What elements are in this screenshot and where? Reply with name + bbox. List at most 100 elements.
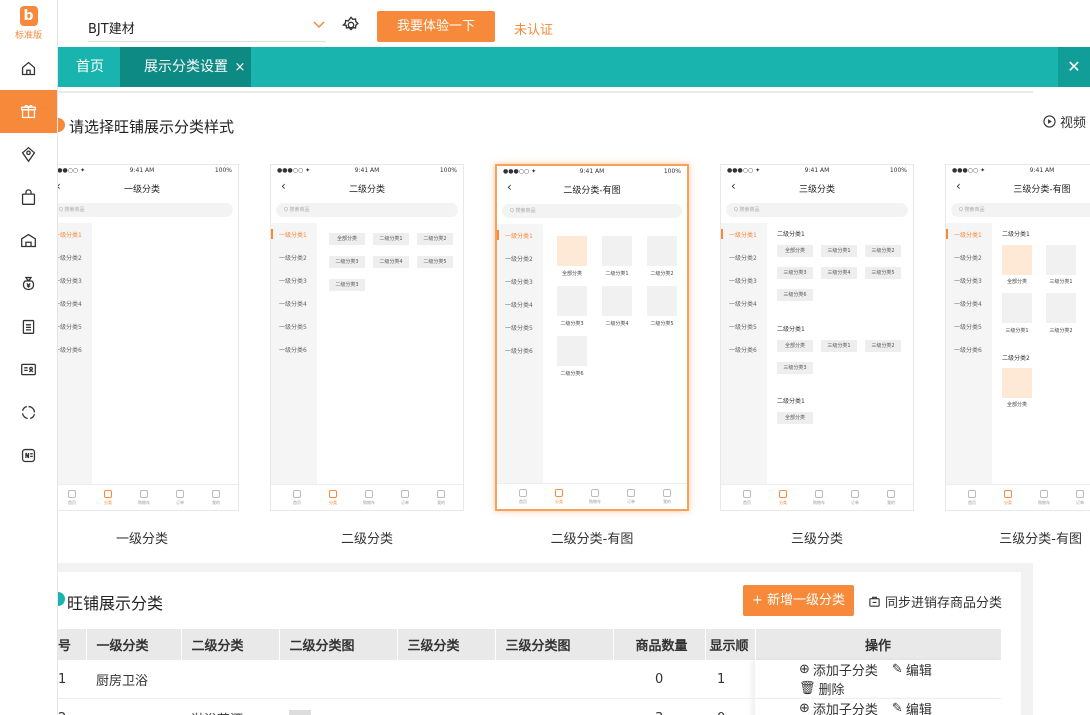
style-card-level1[interactable]: ●●●○○ ✦ 9:41 AM 100% ‹ 一级分类 Q 搜索商品 一级分类1 一… xyxy=(45,164,239,511)
category-table: 号 一级分类 二级分类 二级分类图 三级分类 三级分类图 商品数量 显示顺 操作… xyxy=(58,629,1002,715)
loading-icon xyxy=(21,405,36,420)
tab-item: 分类 xyxy=(96,490,120,506)
sync-inventory-button[interactable]: 同步进销存商品分类 xyxy=(868,592,1002,611)
category-column: 一级分类1 一级分类2 一级分类3 一级分类4 一级分类5 一级分类6 xyxy=(271,223,317,484)
sidebar-item-loading[interactable] xyxy=(0,391,57,434)
sidebar-item-gift[interactable] xyxy=(0,90,57,133)
money-bag-icon xyxy=(22,276,35,291)
tag-icon xyxy=(21,146,36,163)
sidebar: b 标准版 xyxy=(0,0,58,715)
sidebar-item-home[interactable] xyxy=(0,47,57,90)
card-label: 三级分类 xyxy=(790,532,843,547)
logo-mark: b xyxy=(19,6,38,26)
col-header: 显示顺 xyxy=(705,629,756,660)
col-header: 商品数量 xyxy=(613,629,706,660)
shop-select[interactable]: BJT建材 xyxy=(88,12,326,42)
left-item: 一级分类6 xyxy=(54,347,82,354)
cell-count: 0 xyxy=(613,660,705,699)
tab-bar: 首页 展示分类设置 × ✕ xyxy=(58,47,1090,87)
edit-icon: ✎ xyxy=(891,701,903,715)
battery-text: 100% xyxy=(214,167,232,174)
tab-item: 我的 xyxy=(204,490,228,506)
sync-icon xyxy=(869,596,880,607)
search-bar: Q 搜索商品 xyxy=(276,203,458,217)
tab-category-settings[interactable]: 展示分类设置 × xyxy=(120,47,251,87)
edit-icon: ✎ xyxy=(891,662,903,677)
close-all-tabs-button[interactable]: ✕ xyxy=(1058,47,1090,87)
style-card-level2[interactable]: ●●●○○ ✦ 9:41 AM 100% ‹ 二级分类 Q 搜索商品 一级分类1 一… xyxy=(270,164,464,511)
card-label: 二级分类-有图 xyxy=(550,532,634,547)
cell-order: 0 xyxy=(705,698,755,715)
col-header: 三级分类 xyxy=(397,629,496,660)
category-image xyxy=(647,236,677,266)
logo[interactable]: b 标准版 xyxy=(0,0,57,47)
logo-text: 标准版 xyxy=(14,31,42,41)
table-row: 2 淋浴花洒 3 0 ⊕添加子分类✎编辑🗑删除 xyxy=(58,698,1001,715)
search-bar: Q 搜索商品 xyxy=(951,203,1090,217)
search-bar: Q 搜索商品 xyxy=(502,204,682,218)
category-image xyxy=(557,286,587,316)
sidebar-item-bag[interactable] xyxy=(0,176,57,219)
card-nav-title: 二级分类-有图 xyxy=(563,186,621,196)
cell-no: 2 xyxy=(58,698,86,715)
chip: 二级分类5 xyxy=(417,256,453,268)
table-header-row: 号 一级分类 二级分类 二级分类图 三级分类 三级分类图 商品数量 显示顺 操作 xyxy=(58,629,1002,660)
sidebar-item-tag[interactable] xyxy=(0,133,57,176)
chip: 二级分类3 xyxy=(329,279,365,291)
add-child-button[interactable]: ⊕ 添加子分类 xyxy=(799,660,878,679)
search-bar: Q 搜索商品 xyxy=(726,203,908,217)
card-nav-title: 一级分类 xyxy=(123,185,160,195)
search-bar: Q 搜索商品 xyxy=(51,203,233,217)
add-level1-button[interactable]: + 新增一级分类 xyxy=(743,585,854,616)
sidebar-item-idcard[interactable] xyxy=(0,348,57,391)
card-label: 二级分类 xyxy=(340,532,393,547)
left-item: 一级分类4 xyxy=(54,301,82,308)
sidebar-item-money[interactable] xyxy=(0,262,57,305)
cert-status-link[interactable]: 未认证 xyxy=(514,19,553,38)
cell-count: 3 xyxy=(613,698,705,715)
chip: 二级分类2 xyxy=(417,233,453,245)
cell-level2: 淋浴花洒 xyxy=(181,698,279,715)
col-header: 三级分类图 xyxy=(495,629,614,660)
category-image xyxy=(647,286,677,316)
sidebar-item-clipboard[interactable] xyxy=(0,305,57,348)
divider xyxy=(58,91,1033,93)
gear-icon[interactable] xyxy=(342,16,360,34)
top-bar: BJT建材 我要体验一下 未认证 xyxy=(58,0,1090,47)
phone-status-bar: ●●●○○ ✦ 9:41 AM 100% xyxy=(46,167,238,179)
style-card-level3-image[interactable]: ●●●○○ ✦9:41 AM100% ‹ 三级分类-有图 Q 搜索商品 一级分类… xyxy=(945,164,1090,511)
time-text: 9:41 AM xyxy=(129,167,155,174)
id-card-icon xyxy=(21,363,36,376)
col-header: 号 xyxy=(58,629,87,660)
store-icon xyxy=(21,233,36,248)
category-image xyxy=(602,286,632,316)
left-item: 一级分类5 xyxy=(54,324,82,331)
add-child-button[interactable]: ⊕ 添加子分类 xyxy=(799,699,878,715)
category-column: 一级分类1 一级分类2 一级分类3 一级分类4 一级分类5 一级分类6 xyxy=(497,224,543,483)
card-nav-title: 三级分类-有图 xyxy=(1013,185,1071,195)
video-link[interactable]: 视频 xyxy=(1043,112,1086,131)
chevron-down-icon xyxy=(312,18,326,33)
sidebar-item-store[interactable] xyxy=(0,219,57,262)
sidebar-item-new[interactable] xyxy=(0,434,57,477)
card-label: 三级分类-有图 xyxy=(999,532,1082,547)
cell-ops: ⊕添加子分类✎编辑🗑删除 xyxy=(755,698,1001,715)
card-nav-title: 二级分类 xyxy=(348,185,385,195)
chip: 二级分类3 xyxy=(329,256,365,268)
gift-icon xyxy=(21,105,36,119)
video-label: 视频 xyxy=(1059,116,1086,131)
style-card-level3[interactable]: ●●●○○ ✦ 9:41 AM 100% ‹ 三级分类 Q 搜索商品 一级分类1 一… xyxy=(720,164,914,511)
tab-home[interactable]: 首页 xyxy=(76,47,104,87)
close-icon[interactable]: × xyxy=(234,60,245,75)
trash-icon: 🗑 xyxy=(799,681,816,696)
tab-item: 订单 xyxy=(168,490,192,506)
style-card-level2-image[interactable]: ●●●○○ ✦ 9:41 AM 100% ‹ 二级分类-有图 Q 搜索商品 一级分类… xyxy=(495,164,689,511)
play-circle-icon xyxy=(1043,115,1056,128)
edit-button[interactable]: ✎ 编辑 xyxy=(892,699,932,715)
delete-button[interactable]: 🗑 删除 xyxy=(799,679,845,698)
edit-button[interactable]: ✎ 编辑 xyxy=(892,660,932,679)
try-experience-button[interactable]: 我要体验一下 xyxy=(377,11,495,42)
cell-level3-img xyxy=(495,660,613,699)
chip: 全部分类 xyxy=(329,233,365,245)
category-column: 一级分类1 一级分类2 一级分类3 一级分类4 一级分类5 一级分类6 xyxy=(721,223,767,484)
